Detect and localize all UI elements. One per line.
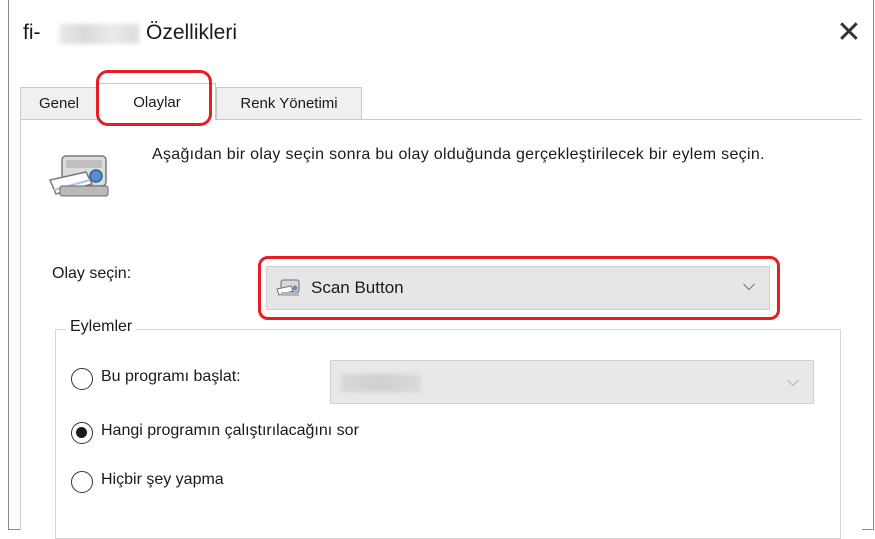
radio-do-nothing-label[interactable]: Hiçbir şey yapma (101, 471, 224, 489)
radio-ask-program[interactable] (71, 422, 93, 444)
radio-ask-program-label[interactable]: Hangi programın çalıştırılacağını sor (101, 422, 359, 440)
actions-group-label: Eylemler (66, 318, 137, 336)
close-icon: ✕ (836, 15, 862, 49)
window-title: Özellikleri (146, 21, 238, 44)
close-button[interactable]: ✕ (825, 0, 873, 64)
redacted-model-name (59, 24, 139, 44)
radio-do-nothing[interactable] (71, 471, 93, 493)
radio-start-program[interactable] (71, 368, 93, 390)
program-dropdown: ⌵ (330, 360, 814, 404)
tab-renk-yonetimi[interactable]: Renk Yönetimi (216, 87, 362, 119)
event-select-label: Olay seçin: (52, 265, 132, 282)
redacted-program-name (341, 374, 421, 392)
radio-start-program-label[interactable]: Bu programı başlat: (101, 368, 241, 386)
dropdown-highlight-annotation (258, 256, 780, 320)
tab-genel[interactable]: Genel (20, 87, 98, 119)
tab-highlight-annotation (96, 70, 212, 126)
scanner-icon (48, 155, 109, 197)
instruction-text: Aşağıdan bir olay seçin sonra bu olay ol… (152, 146, 765, 163)
window-title-prefix: fi- (23, 21, 41, 44)
title-bar: fi- Özellikleri ✕ (9, 0, 873, 68)
chevron-down-icon: ⌵ (786, 373, 799, 390)
